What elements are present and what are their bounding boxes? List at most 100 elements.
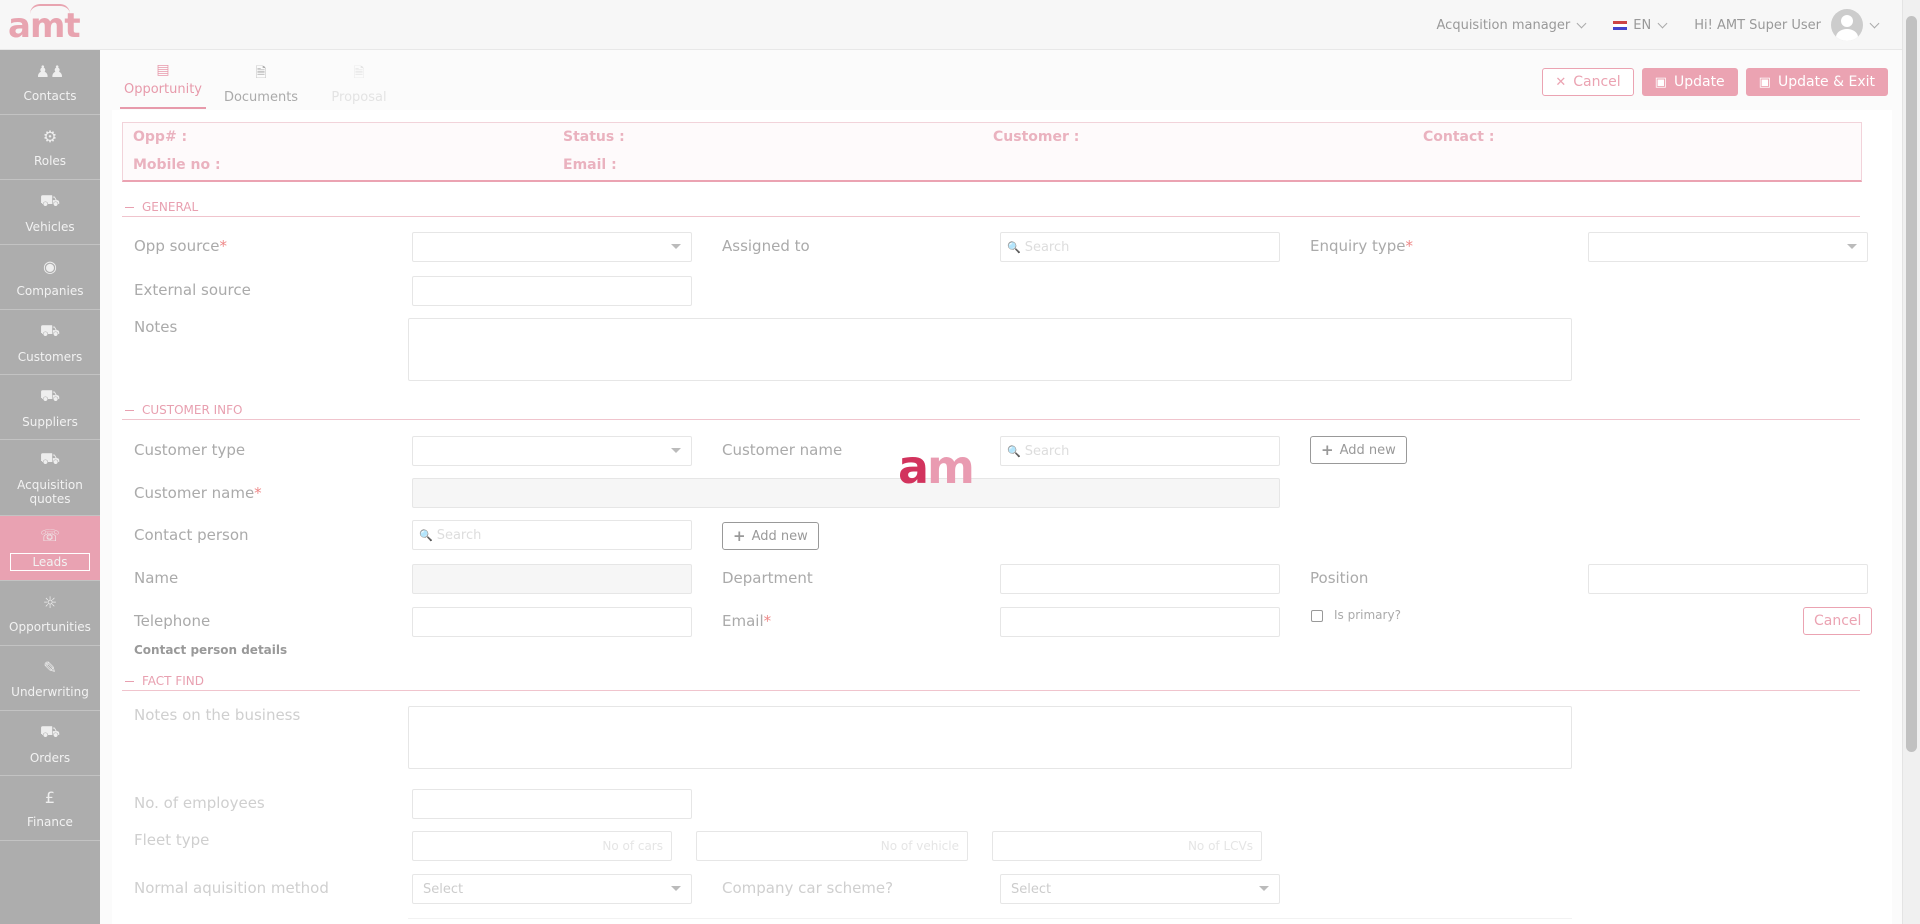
document-icon: 🗎: [255, 65, 267, 81]
update-button[interactable]: ▣ Update: [1641, 68, 1738, 96]
sidebar-item-opportunities[interactable]: ☼ Opportunities: [0, 581, 100, 646]
no-employees-label: No. of employees: [134, 794, 265, 812]
sidebar-item-label: Roles: [33, 153, 67, 168]
update-label: Update: [1673, 74, 1725, 90]
save-icon: ▣: [1654, 74, 1667, 90]
customer-name-label: Customer name*: [134, 484, 262, 502]
section-title: CUSTOMER INFO: [142, 403, 243, 417]
next-field-top: [408, 918, 1572, 919]
section-customer-info[interactable]: CUSTOMER INFO: [122, 403, 1860, 420]
user-menu[interactable]: Hi! AMT Super User: [1694, 9, 1880, 41]
external-source-input[interactable]: [412, 276, 692, 306]
sidebar-item-suppliers[interactable]: ⛟ Suppliers: [0, 375, 100, 440]
cart-icon: ⛟: [39, 721, 61, 741]
sidebar-item-label: Companies: [16, 283, 84, 298]
cancel-label: Cancel: [1573, 74, 1621, 90]
add-contact-button[interactable]: + Add new: [722, 522, 819, 550]
telephone-input[interactable]: [412, 607, 692, 637]
notes-textarea[interactable]: [408, 318, 1572, 381]
uk-flag-icon: [1613, 20, 1628, 30]
no-of-vehicles-placeholder: No of vehicle: [880, 839, 959, 853]
chevron-down-icon: [1657, 18, 1668, 28]
section-title: GENERAL: [142, 200, 199, 214]
telephone-label: Telephone: [134, 612, 211, 630]
no-of-cars-placeholder: No of cars: [602, 839, 663, 853]
sidebar-item-vehicles[interactable]: ⛟ Vehicles: [0, 180, 100, 245]
sidebar-item-leads[interactable]: ☏ Leads: [0, 516, 100, 581]
section-general[interactable]: GENERAL: [122, 200, 1860, 217]
companies-icon: ◉: [43, 256, 57, 276]
search-placeholder: Search: [1024, 239, 1070, 255]
email-input[interactable]: [1000, 607, 1280, 637]
underwriting-icon: ✎: [43, 657, 57, 677]
opp-source-select[interactable]: [412, 232, 692, 262]
no-of-lcvs-input[interactable]: No of LCVs: [992, 831, 1262, 861]
section-fact-find[interactable]: FACT FIND: [122, 674, 1860, 691]
customers-icon: ⛟: [39, 320, 61, 340]
search-placeholder: Search: [436, 527, 482, 543]
contact-person-search[interactable]: 🔍 Search: [412, 520, 692, 550]
language-label: EN: [1633, 17, 1652, 33]
sidebar-item-label: Orders: [29, 750, 71, 765]
scrollbar-thumb[interactable]: [1906, 16, 1917, 752]
tab-label: Opportunity: [123, 82, 202, 97]
cancel-contact-button[interactable]: Cancel: [1803, 607, 1873, 635]
normal-acq-method-label: Normal aquisition method: [134, 879, 329, 897]
tab-label: Documents: [223, 90, 299, 105]
tab-opportunity[interactable]: ▤ Opportunity: [120, 62, 206, 109]
role-label: Acquisition manager: [1436, 17, 1571, 33]
language-selector[interactable]: EN: [1613, 17, 1668, 33]
add-customer-button[interactable]: + Add new: [1310, 436, 1407, 464]
normal-acq-method-select[interactable]: Select: [412, 874, 692, 904]
page-scrollbar[interactable]: [1902, 0, 1920, 924]
sidebar-item-label: Underwriting: [11, 684, 89, 699]
notes-business-textarea[interactable]: [408, 706, 1572, 769]
sidebar-item-acquisition-quotes[interactable]: ⛟ Acquisition quotes: [0, 440, 100, 516]
summary-customer: Customer :: [993, 129, 1080, 145]
user-greeting: Hi! AMT Super User: [1694, 17, 1821, 33]
opportunity-summary: Opp# : Status : Customer : Contact : Mob…: [122, 122, 1862, 182]
suppliers-icon: ⛟: [39, 385, 61, 405]
loading-logo: am: [898, 440, 975, 494]
enquiry-type-select[interactable]: [1588, 232, 1868, 262]
update-exit-label: Update & Exit: [1777, 74, 1875, 90]
sidebar-item-underwriting[interactable]: ✎ Underwriting: [0, 646, 100, 711]
no-employees-input[interactable]: [412, 789, 692, 819]
roles-icon: ⚙: [42, 126, 58, 146]
app-logo[interactable]: amt: [8, 6, 81, 46]
contact-person-details-link[interactable]: Contact person details: [134, 643, 287, 657]
sidebar-item-label: Suppliers: [22, 414, 78, 429]
sidebar-item-customers[interactable]: ⛟ Customers: [0, 310, 100, 375]
sidebar-item-roles[interactable]: ⚙ Roles: [0, 115, 100, 180]
assigned-to-search[interactable]: 🔍 Search: [1000, 232, 1280, 262]
customer-name-search-label: Customer name: [722, 441, 843, 459]
customer-type-select[interactable]: [412, 436, 692, 466]
tab-documents[interactable]: 🗎 Documents: [218, 62, 304, 109]
is-primary-checkbox[interactable]: [1311, 610, 1323, 622]
sidebar-item-label: Vehicles: [25, 219, 75, 234]
car-icon: ⛟: [39, 190, 61, 210]
role-selector[interactable]: Acquisition manager: [1436, 17, 1587, 33]
no-of-cars-input[interactable]: No of cars: [412, 831, 672, 861]
company-car-scheme-select[interactable]: Select: [1000, 874, 1280, 904]
summary-contact: Contact :: [1423, 129, 1495, 145]
sidebar-item-companies[interactable]: ◉ Companies: [0, 245, 100, 310]
sidebar-item-contacts[interactable]: ♟♟ Contacts: [0, 50, 100, 115]
close-icon: ✕: [1555, 74, 1567, 90]
customer-name-search[interactable]: 🔍 Search: [1000, 436, 1280, 466]
sidebar-item-finance[interactable]: £ Finance: [0, 776, 100, 841]
department-input[interactable]: [1000, 564, 1280, 594]
collapse-icon: [125, 207, 134, 208]
position-input[interactable]: [1588, 564, 1868, 594]
cancel-button[interactable]: ✕ Cancel: [1542, 68, 1634, 96]
customer-name-input[interactable]: [412, 478, 1280, 508]
no-of-vehicles-input[interactable]: No of vehicle: [696, 831, 968, 861]
department-label: Department: [722, 569, 813, 587]
update-exit-button[interactable]: ▣ Update & Exit: [1745, 68, 1888, 96]
notes-label: Notes: [134, 318, 178, 336]
sidebar-item-label: Customers: [17, 349, 83, 364]
sidebar-item-orders[interactable]: ⛟ Orders: [0, 711, 100, 776]
name-input[interactable]: [412, 564, 692, 594]
contact-person-label: Contact person: [134, 526, 249, 544]
add-new-label: Add new: [1339, 442, 1396, 458]
